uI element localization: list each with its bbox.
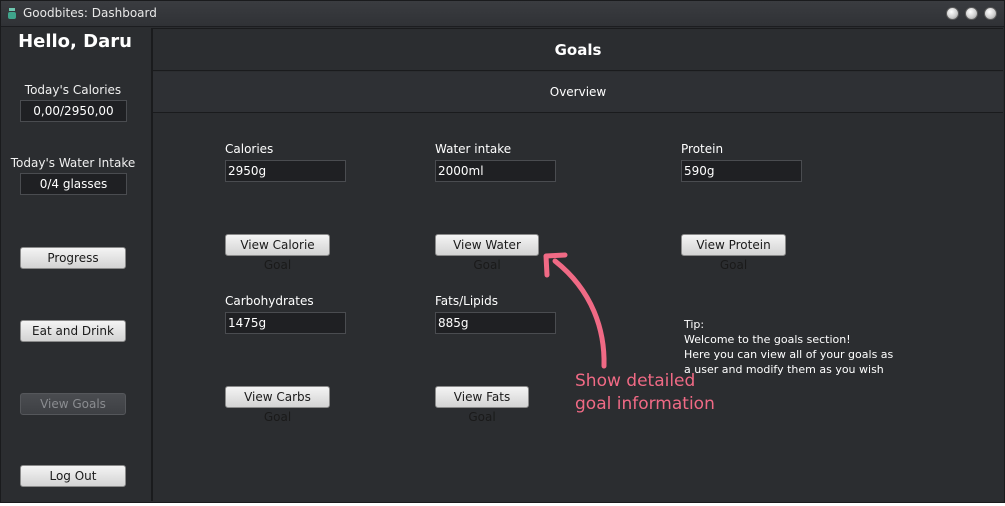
annotation-arrow-icon bbox=[543, 252, 607, 369]
protein-label: Protein bbox=[681, 142, 724, 156]
tip-line-3: a user and modify them as you wish bbox=[684, 363, 884, 376]
window-title: Goodbites: Dashboard bbox=[23, 6, 157, 20]
water-intake-label: Water intake bbox=[435, 142, 512, 156]
tip-title: Tip: bbox=[684, 318, 705, 331]
todays-water-value: 0/4 glasses bbox=[20, 173, 127, 195]
todays-calories-value: 0,00/2950,00 bbox=[20, 100, 127, 122]
protein-field[interactable]: 590g bbox=[681, 160, 802, 182]
app-window: Goodbites: Dashboard Hello, Daru Today's… bbox=[0, 0, 1005, 503]
page-title: Goals bbox=[153, 29, 1003, 71]
view-protein-goal-button[interactable]: View Protein Goal bbox=[681, 234, 786, 272]
tip-line-2: Here you can view all of your goals as bbox=[684, 348, 894, 361]
annotation-text: Show detailed goal information bbox=[575, 370, 715, 416]
minimize-button[interactable] bbox=[946, 7, 959, 20]
close-button[interactable] bbox=[984, 7, 997, 20]
calories-label: Calories bbox=[225, 142, 274, 156]
app-logo-icon bbox=[8, 8, 16, 19]
view-carbs-goal-button[interactable]: View Carbs Goal bbox=[225, 386, 330, 424]
calories-field[interactable]: 2950g bbox=[225, 160, 346, 182]
view-fats-goal-button[interactable]: View Fats Goal bbox=[435, 386, 529, 424]
tip-line-1: Welcome to the goals section! bbox=[684, 333, 851, 346]
view-goals-button[interactable]: View Goals bbox=[20, 393, 126, 415]
maximize-button[interactable] bbox=[965, 7, 978, 20]
greeting: Hello, Daru bbox=[18, 31, 132, 52]
todays-calories-label: Today's Calories bbox=[24, 83, 122, 97]
sidebar: Hello, Daru Today's Calories 0,00/2950,0… bbox=[1, 28, 149, 502]
todays-water-label: Today's Water Intake bbox=[10, 156, 136, 170]
fats-lipids-label: Fats/Lipids bbox=[435, 294, 498, 308]
view-water-goal-button[interactable]: View Water Goal bbox=[435, 234, 539, 272]
tab-overview[interactable]: Overview bbox=[153, 72, 1003, 113]
carbohydrates-label: Carbohydrates bbox=[225, 294, 314, 308]
eat-and-drink-button[interactable]: Eat and Drink bbox=[20, 320, 126, 342]
annotation-line-2: goal information bbox=[575, 394, 715, 414]
log-out-button[interactable]: Log Out bbox=[20, 465, 126, 487]
annotation-line-1: Show detailed bbox=[575, 371, 696, 391]
view-calorie-goal-button[interactable]: View Calorie Goal bbox=[225, 234, 330, 272]
tip-text: Tip: Welcome to the goals section! Here … bbox=[684, 317, 904, 377]
progress-button[interactable]: Progress bbox=[20, 247, 126, 269]
water-intake-field[interactable]: 2000ml bbox=[435, 160, 556, 182]
title-bar[interactable]: Goodbites: Dashboard bbox=[1, 1, 1004, 27]
carbohydrates-field[interactable]: 1475g bbox=[225, 312, 346, 334]
